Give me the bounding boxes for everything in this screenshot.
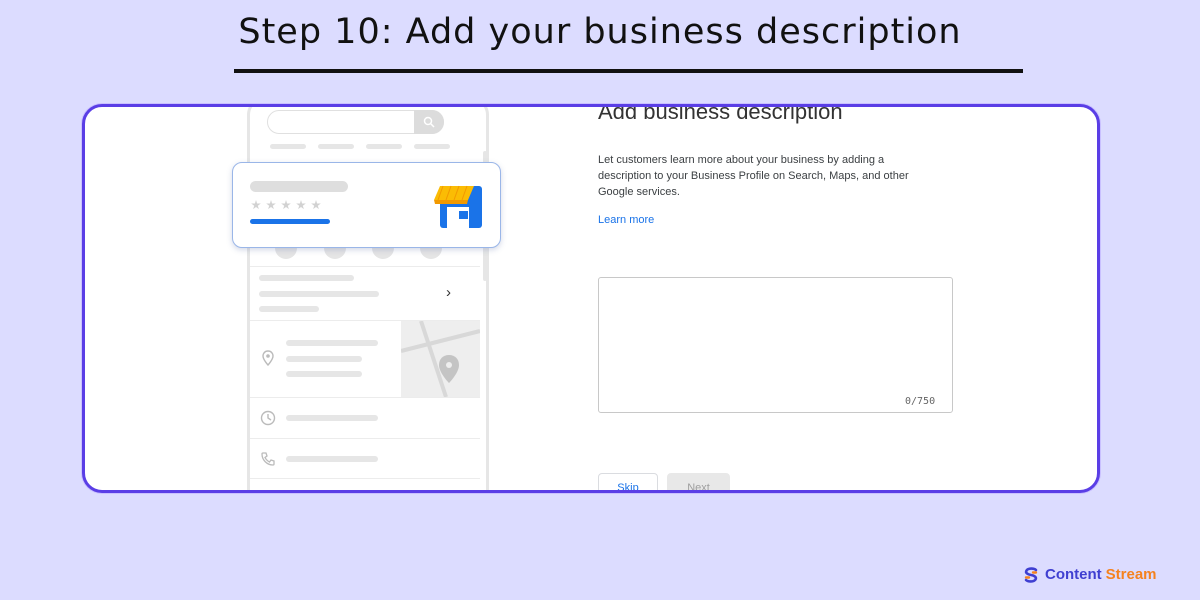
- mockup-search-button: [414, 110, 444, 134]
- business-description-input[interactable]: [598, 277, 953, 413]
- mockup-placeholder-bar: [318, 144, 354, 149]
- mockup-placeholder-bar: [414, 144, 450, 149]
- business-name-placeholder: [250, 181, 348, 192]
- skip-button[interactable]: Skip: [598, 473, 658, 490]
- map-pin-icon: [401, 321, 480, 397]
- character-counter: 0/750: [905, 396, 936, 407]
- next-button[interactable]: Next: [667, 473, 730, 490]
- mockup-placeholder-bar: [286, 371, 362, 377]
- star-icon: [281, 200, 291, 210]
- business-card-overlay: [232, 162, 501, 248]
- mockup-divider: [250, 478, 480, 479]
- brand-logo-icon: [1024, 566, 1038, 583]
- mockup-search-bar: [267, 110, 444, 134]
- business-progress-bar: [250, 219, 330, 224]
- mockup-placeholder-bar: [366, 144, 402, 149]
- search-icon: [423, 116, 435, 128]
- star-icon: [251, 200, 261, 210]
- star-icon: [311, 200, 321, 210]
- brand-name-content: Content: [1045, 566, 1102, 583]
- mockup-placeholder-bar: [286, 415, 378, 421]
- mockup-placeholder-bar: [286, 456, 378, 462]
- storefront-icon: [434, 185, 482, 228]
- mockup-placeholder-bar: [259, 275, 354, 281]
- brand-logo: Content Stream: [1023, 566, 1157, 583]
- star-icon: [266, 200, 276, 210]
- screenshot-card: › Add business description Let customers…: [82, 104, 1100, 493]
- location-pin-icon: [262, 350, 274, 366]
- mockup-divider: [250, 438, 480, 439]
- mockup-divider: [250, 397, 480, 398]
- mockup-divider: [250, 266, 480, 267]
- page-heading: Step 10: Add your business description: [238, 12, 962, 52]
- mockup-placeholder-bar: [286, 340, 378, 346]
- star-icon: [296, 200, 306, 210]
- chevron-right-icon: ›: [446, 284, 451, 301]
- mockup-placeholder-bar: [286, 356, 362, 362]
- learn-more-link[interactable]: Learn more: [598, 214, 654, 226]
- form-title: Add business description: [598, 104, 843, 124]
- form-description: Let customers learn more about your busi…: [598, 154, 909, 198]
- phone-icon: [261, 452, 275, 466]
- brand-name-stream: Stream: [1105, 566, 1157, 583]
- mockup-map-thumbnail: [401, 321, 480, 397]
- mockup-placeholder-bar: [270, 144, 306, 149]
- mockup-placeholder-bar: [259, 306, 319, 312]
- mockup-placeholder-bar: [259, 291, 379, 297]
- clock-icon: [260, 410, 276, 426]
- heading-underline: [234, 69, 1023, 73]
